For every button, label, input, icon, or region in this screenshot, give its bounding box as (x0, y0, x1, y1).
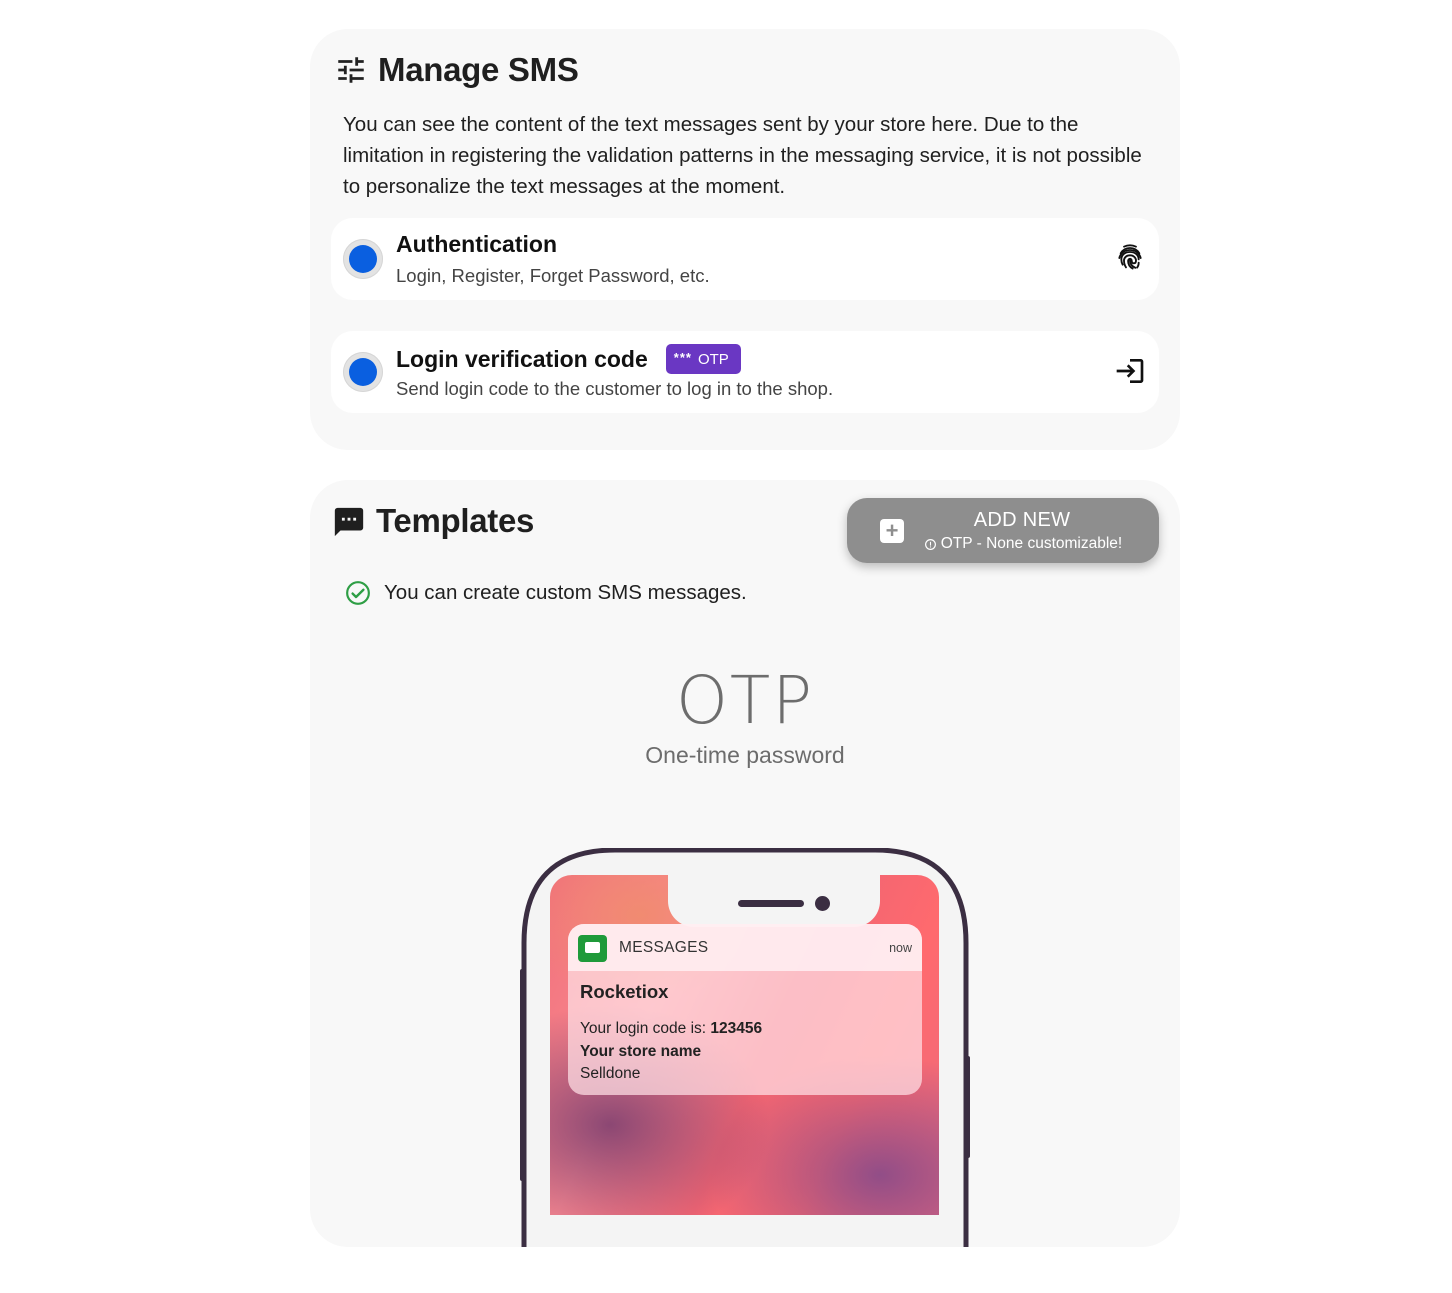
authentication-title: Authentication (396, 231, 557, 258)
info-icon (924, 538, 936, 550)
login-verification-radio[interactable] (343, 352, 383, 392)
phone-speaker (738, 900, 804, 907)
custom-sms-note: You can create custom SMS messages. (345, 580, 747, 606)
login-verification-subtitle: Send login code to the customer to log i… (396, 378, 834, 399)
manage-sms-description: You can see the content of the text mess… (343, 113, 1142, 198)
phone-preview: MESSAGES now Rocketiox Your login code i… (520, 848, 970, 1247)
templates-title-text: Templates (376, 502, 535, 539)
sms-item-login-verification[interactable]: Login verification code *** OTP Send log… (331, 331, 1159, 413)
authentication-subtitle: Login, Register, Forget Password, etc. (396, 265, 710, 286)
otp-badge-stars: *** (673, 349, 692, 365)
fingerprint-icon (1114, 242, 1146, 274)
notification-header: MESSAGES now (568, 924, 922, 971)
tune-icon (334, 53, 368, 87)
notification-app-name: MESSAGES (619, 939, 709, 956)
login-verification-title-text: Login verification code (396, 345, 648, 372)
add-new-label: ADD NEW (973, 509, 1071, 531)
sms-notification: MESSAGES now Rocketiox Your login code i… (568, 924, 922, 1095)
messages-app-icon (578, 935, 607, 962)
notification-line1: Your login code is: 123456 (580, 1018, 762, 1041)
login-verification-title: Login verification code *** OTP (396, 344, 741, 374)
phone-camera (815, 896, 830, 911)
check-circle-icon (346, 581, 370, 605)
templates-title: Templates (332, 502, 534, 540)
login-icon (1114, 355, 1146, 387)
notification-time: now (889, 941, 912, 955)
manage-sms-title: Manage SMS (334, 51, 579, 89)
phone-screen: MESSAGES now Rocketiox Your login code i… (550, 875, 939, 1215)
custom-sms-note-text: You can create custom SMS messages. (384, 581, 747, 604)
add-new-note: OTP - None customizable! (915, 535, 1131, 553)
chat-icon (332, 504, 366, 538)
otp-badge-label: OTP (697, 350, 729, 368)
otp-heading: OTP (675, 662, 815, 739)
plus-icon: + (880, 519, 904, 543)
store-name-value: Selldone (580, 1065, 641, 1082)
manage-sms-title-text: Manage SMS (378, 51, 579, 88)
sms-item-authentication[interactable]: Authentication Login, Register, Forget P… (331, 218, 1159, 300)
authentication-title-text: Authentication (396, 231, 557, 257)
add-new-note-text: OTP - None customizable! (940, 535, 1123, 552)
add-new-button[interactable]: + ADD NEW OTP - None customizable! (847, 498, 1159, 563)
phone-notch (668, 875, 880, 927)
otp-subheading: One-time password (645, 742, 845, 768)
otp-badge: *** OTP (665, 344, 741, 374)
authentication-radio[interactable] (343, 239, 383, 279)
store-name-label: Your store name (580, 1042, 702, 1060)
manage-sms-card: Manage SMS You can see the content of th… (310, 29, 1180, 450)
notification-body: Your login code is: 123456 Your store na… (580, 1018, 762, 1086)
notification-sender: Rocketiox (580, 981, 669, 1002)
login-code: 123456 (710, 1020, 763, 1037)
templates-card: Templates + ADD NEW OTP - None customiza… (310, 480, 1180, 1247)
login-code-prefix: Your login code is: (580, 1020, 711, 1037)
